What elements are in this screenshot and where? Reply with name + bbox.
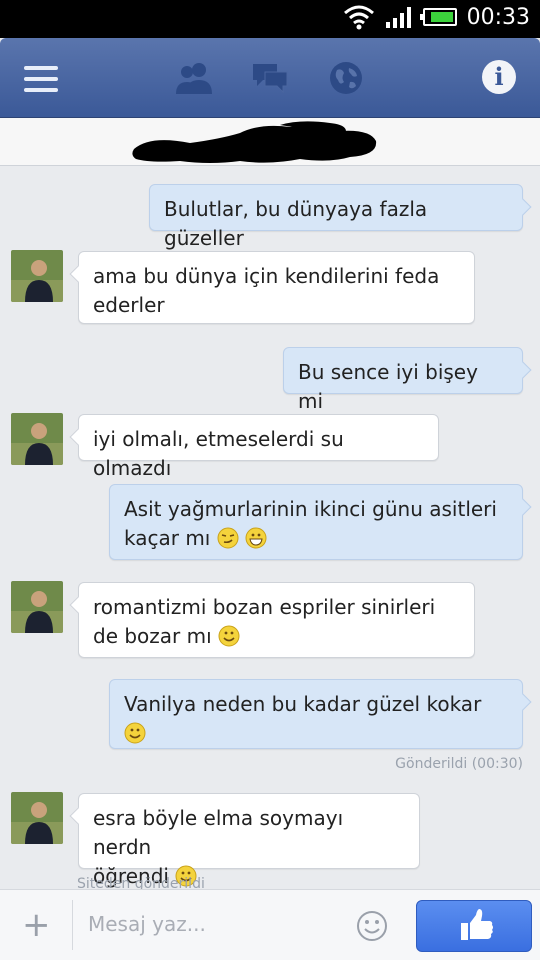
menu-icon[interactable]: [24, 66, 58, 99]
emoji-picker-icon[interactable]: [356, 910, 388, 942]
message-text: Asit yağmurlarinin ikinci günu asitleri: [124, 497, 497, 521]
add-attachment-icon[interactable]: +: [22, 908, 51, 942]
message-bubble-sent[interactable]: Bulutlar, bu dünyaya fazla güzeller: [149, 184, 532, 250]
info-icon[interactable]: i: [482, 60, 516, 94]
message-bubble-received[interactable]: esra böyle elma soymayı nerdn öğrendi: [69, 793, 420, 888]
message-bubble-sent[interactable]: Bu sence iyi bişey mi: [283, 347, 532, 413]
divider: [72, 900, 73, 950]
message-text: kaçar mı: [124, 526, 211, 550]
avatar[interactable]: [11, 413, 63, 465]
sent-via-label: Siteden gönderildi: [77, 876, 205, 889]
conversation-title-bar: [0, 118, 540, 166]
app-header: i: [0, 38, 540, 118]
sent-status: Gönderildi (00:30): [395, 756, 523, 772]
redaction-scribble: [132, 121, 377, 163]
message-bubble-received[interactable]: romantizmi bozan espriler sinirleri de b…: [69, 582, 475, 658]
status-bar: 00:33: [0, 0, 540, 38]
battery-icon: [419, 8, 457, 26]
avatar[interactable]: [11, 792, 63, 844]
message-bubble-sent[interactable]: Vanilya neden bu kadar güzel kokar: [109, 679, 532, 749]
friends-icon[interactable]: [174, 60, 216, 96]
avatar[interactable]: [11, 250, 63, 302]
message-text: iyi olmalı, etmeselerdi su olmazdı: [93, 427, 344, 480]
message-text: Bu sence iyi bişey mi: [298, 360, 478, 413]
thumbs-up-icon: [461, 909, 493, 940]
globe-icon[interactable]: [328, 60, 364, 96]
messages-icon[interactable]: [251, 60, 289, 96]
message-composer: + Mesaj yaz...: [0, 889, 540, 960]
message-text: Vanilya neden bu kadar güzel kokar: [124, 692, 482, 716]
message-bubble-sent[interactable]: Asit yağmurlarinin ikinci günu asitleri …: [109, 484, 532, 560]
message-text: ama bu dünya için kendilerini feda ederl…: [93, 264, 440, 317]
grin-emoji: [245, 527, 267, 549]
message-bubble-received[interactable]: ama bu dünya için kendilerini feda ederl…: [69, 251, 475, 324]
smile-emoji: [124, 722, 146, 744]
avatar[interactable]: [11, 581, 63, 633]
message-text: romantizmi bozan espriler sinirleri: [93, 595, 436, 619]
message-text: de bozar mı: [93, 624, 212, 648]
clock: 00:33: [466, 4, 530, 30]
message-text: Bulutlar, bu dünyaya fazla güzeller: [164, 197, 428, 250]
smile-emoji: [218, 625, 240, 647]
wifi-icon: [343, 5, 374, 30]
message-input[interactable]: Mesaj yaz...: [88, 912, 206, 936]
message-bubble-received[interactable]: iyi olmalı, etmeselerdi su olmazdı: [69, 414, 439, 480]
like-button[interactable]: [416, 900, 532, 952]
smirk-emoji: [217, 527, 239, 549]
signal-icon: [385, 7, 411, 28]
message-text: esra böyle elma soymayı nerdn: [93, 806, 344, 859]
